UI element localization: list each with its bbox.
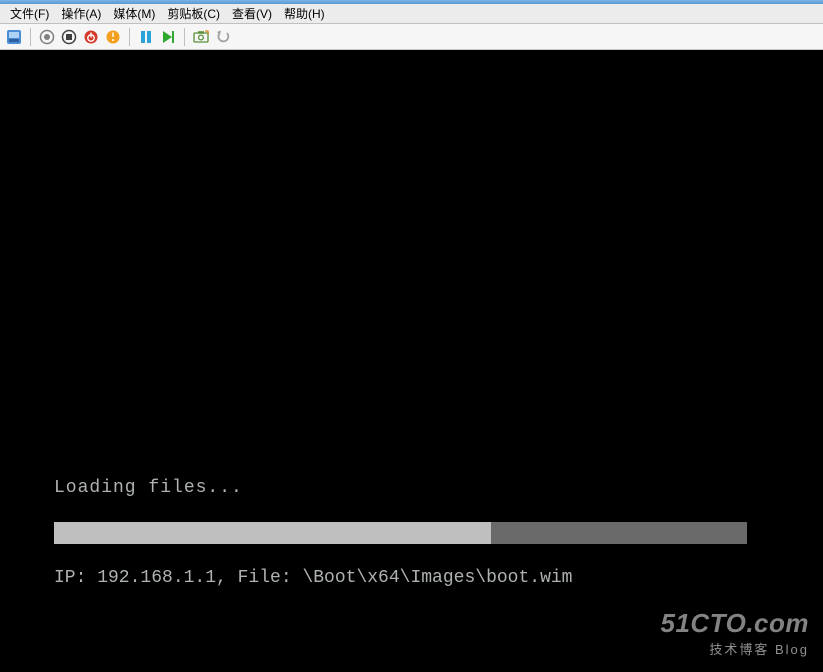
power-off-icon: [83, 29, 99, 45]
snapshot-icon: [193, 29, 209, 45]
boot-status-text: IP: 192.168.1.1, File: \Boot\x64\Images\…: [54, 568, 572, 588]
save-state-icon: [105, 29, 121, 45]
stop-icon: [61, 29, 77, 45]
pause-icon: [138, 29, 154, 45]
menu-file[interactable]: 文件(F): [4, 5, 55, 22]
toolbar: [0, 24, 823, 50]
save-state-button[interactable]: [103, 27, 123, 47]
snapshot-button[interactable]: [191, 27, 211, 47]
revert-icon: [215, 29, 231, 45]
stop-button[interactable]: [59, 27, 79, 47]
play-reset-icon: [160, 29, 176, 45]
ctrl-alt-del-button[interactable]: [4, 27, 24, 47]
menu-view[interactable]: 查看(V): [226, 5, 278, 22]
toolbar-separator: [129, 28, 130, 46]
toolbar-separator: [30, 28, 31, 46]
record-button[interactable]: [37, 27, 57, 47]
record-icon: [39, 29, 55, 45]
ctrl-alt-del-icon: [6, 29, 22, 45]
menu-help[interactable]: 帮助(H): [278, 5, 331, 22]
boot-progress-fill: [54, 522, 491, 544]
pause-button[interactable]: [136, 27, 156, 47]
reset-button[interactable]: [158, 27, 178, 47]
menu-clipboard[interactable]: 剪贴板(C): [161, 5, 226, 22]
boot-loading-text: Loading files...: [54, 478, 243, 498]
menubar: 文件(F) 操作(A) 媒体(M) 剪贴板(C) 查看(V) 帮助(H): [0, 4, 823, 24]
menu-action[interactable]: 操作(A): [55, 5, 107, 22]
revert-button[interactable]: [213, 27, 233, 47]
toolbar-separator: [184, 28, 185, 46]
vm-console[interactable]: Loading files... IP: 192.168.1.1, File: …: [0, 50, 823, 672]
boot-progress-bar: [54, 522, 747, 544]
menu-media[interactable]: 媒体(M): [107, 5, 161, 22]
shutdown-button[interactable]: [81, 27, 101, 47]
